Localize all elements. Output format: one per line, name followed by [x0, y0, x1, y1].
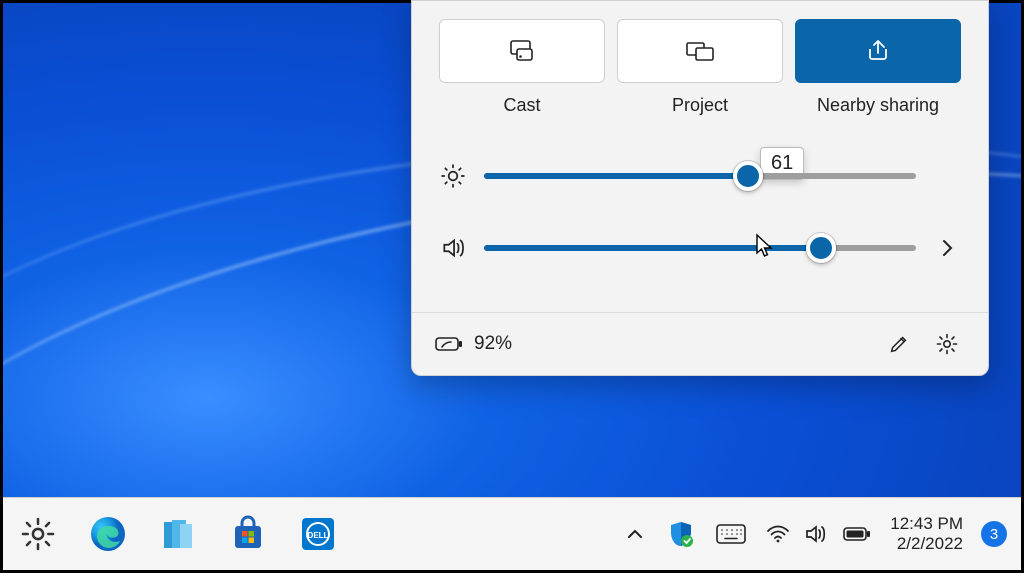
shield-icon	[668, 520, 694, 548]
nearby-sharing-label: Nearby sharing	[817, 95, 939, 116]
all-settings-button[interactable]	[928, 325, 966, 363]
tray-overflow-button[interactable]	[622, 513, 648, 555]
file-explorer-button[interactable]	[157, 513, 199, 555]
edit-quick-settings-button[interactable]	[880, 325, 918, 363]
project-icon	[684, 39, 716, 63]
taskbar: DELL	[3, 497, 1021, 570]
taskbar-settings-button[interactable]	[17, 513, 59, 555]
share-icon	[864, 38, 892, 64]
gear-icon	[19, 515, 57, 553]
keyboard-icon	[715, 522, 747, 546]
battery-saver-icon	[434, 333, 464, 355]
notification-badge[interactable]: 3	[981, 521, 1007, 547]
folder-stack-icon	[158, 514, 198, 554]
system-tray-group[interactable]	[766, 523, 872, 545]
volume-flyout-button[interactable]	[934, 238, 960, 258]
brightness-slider[interactable]	[484, 173, 916, 179]
clock-time: 12:43 PM	[890, 514, 963, 534]
svg-text:DELL: DELL	[308, 531, 329, 540]
clock-date: 2/2/2022	[890, 534, 963, 554]
dell-icon: DELL	[298, 514, 338, 554]
brightness-slider-thumb[interactable]	[733, 161, 763, 191]
nearby-sharing-button[interactable]	[795, 19, 961, 83]
dell-app-button[interactable]: DELL	[297, 513, 339, 555]
quick-settings-panel: Cast Project	[411, 0, 989, 376]
store-icon	[228, 514, 268, 554]
edge-button[interactable]	[87, 513, 129, 555]
microsoft-store-button[interactable]	[227, 513, 269, 555]
cast-label: Cast	[503, 95, 540, 116]
brightness-icon	[440, 163, 466, 189]
pencil-icon	[888, 333, 910, 355]
gear-icon	[935, 332, 959, 356]
wifi-icon	[766, 524, 790, 544]
edge-icon	[88, 514, 128, 554]
volume-icon	[440, 235, 466, 261]
volume-slider[interactable]	[484, 245, 916, 251]
project-label: Project	[672, 95, 728, 116]
project-button[interactable]	[617, 19, 783, 83]
volume-slider-thumb[interactable]	[806, 233, 836, 263]
speaker-icon	[804, 523, 828, 545]
battery-icon	[842, 525, 872, 543]
chevron-up-icon	[626, 527, 644, 541]
cast-icon	[507, 39, 537, 63]
windows-security-tray[interactable]	[666, 513, 696, 555]
taskbar-clock[interactable]: 12:43 PM 2/2/2022	[890, 514, 963, 553]
cast-button[interactable]	[439, 19, 605, 83]
battery-percent: 92%	[474, 333, 512, 355]
touch-keyboard-button[interactable]	[714, 513, 748, 555]
